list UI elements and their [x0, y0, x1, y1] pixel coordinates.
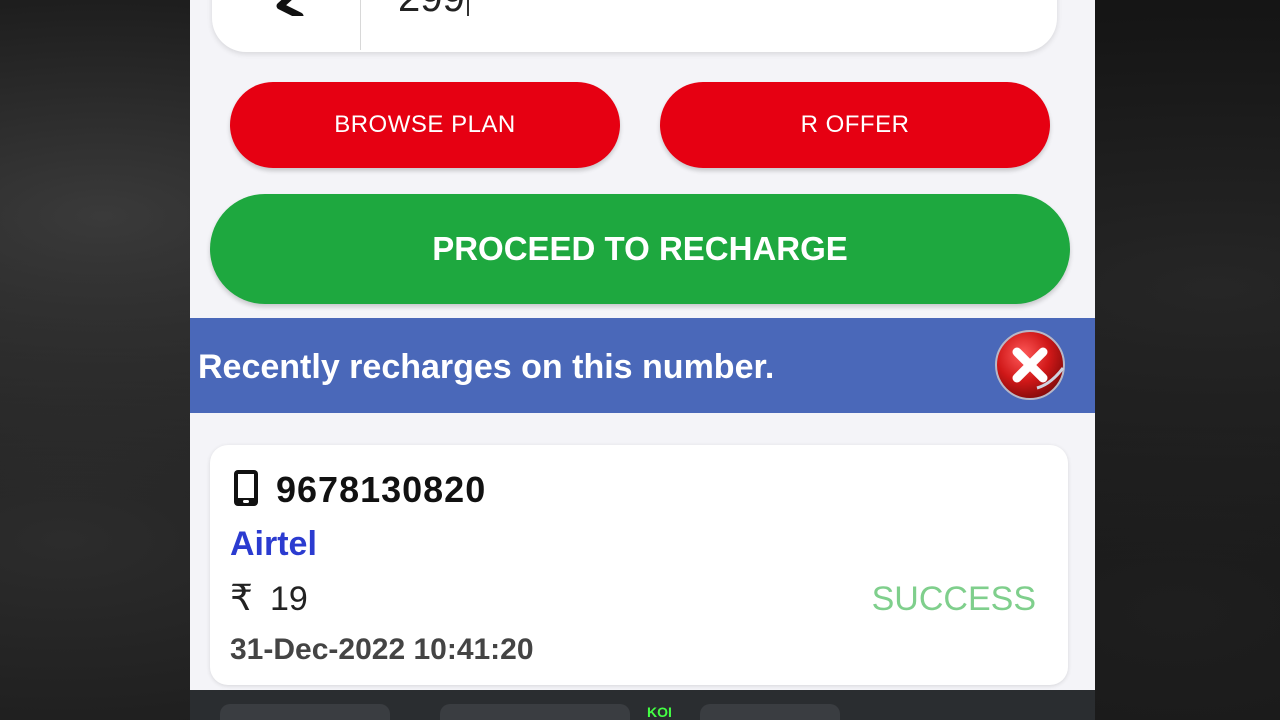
r-offer-button[interactable]: R OFFER: [660, 82, 1050, 168]
recharge-status: SUCCESS: [871, 580, 1036, 618]
recharge-history-card[interactable]: 9678130820 Airtel ₹ 19 SUCCESS 31-Dec-20…: [210, 445, 1068, 685]
recent-recharges-title: Recently recharges on this number.: [198, 348, 775, 386]
recharge-amount: 19: [270, 580, 308, 618]
amount-input-bar: 299: [212, 0, 1057, 52]
recharge-number: 9678130820: [276, 469, 487, 510]
amount-input[interactable]: 299: [398, 0, 469, 16]
phone-screen: 299 BROWSE PLAN R OFFER PROCEED TO RECHA…: [190, 0, 1095, 690]
chevron-left-icon[interactable]: [264, 0, 324, 16]
bottom-nav-segment: [220, 704, 390, 720]
bottom-navigation-bar: [190, 690, 1095, 720]
input-divider: [360, 0, 361, 50]
proceed-to-recharge-button[interactable]: PROCEED TO RECHARGE: [210, 194, 1070, 304]
bottom-nav-segment: [440, 704, 630, 720]
recent-recharges-header: Recently recharges on this number.: [190, 318, 1095, 413]
browse-plan-button[interactable]: BROWSE PLAN: [230, 82, 620, 168]
text-caret: [466, 0, 469, 16]
recharge-datetime: 31-Dec-2022 10:41:20: [230, 633, 534, 666]
rupee-icon: ₹: [230, 577, 253, 618]
mobile-phone-icon: [234, 470, 258, 506]
video-watermark: KOI: [647, 704, 672, 720]
bottom-nav-segment: [700, 704, 840, 720]
close-icon[interactable]: [993, 328, 1069, 404]
amount-input-value: 299: [398, 0, 465, 16]
recharge-operator: Airtel: [230, 525, 317, 563]
